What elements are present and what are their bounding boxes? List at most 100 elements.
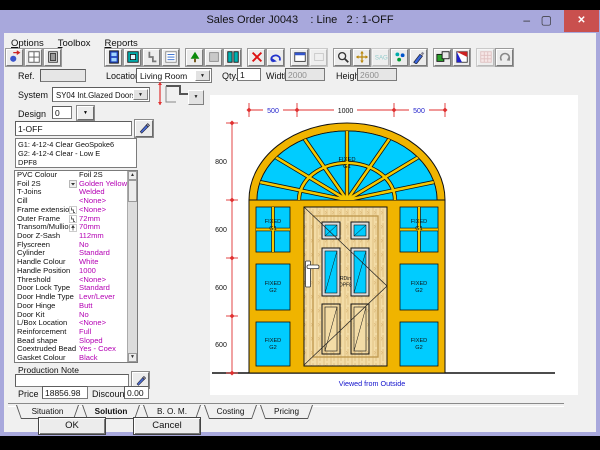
dim-width-center: 1000 — [338, 108, 354, 115]
grid-red-icon — [479, 50, 493, 64]
toolbar-button-list-icon[interactable] — [162, 49, 179, 66]
svg-text:FIXED: FIXED — [411, 219, 427, 225]
tab-label: Pricing — [261, 405, 312, 418]
toolbar-group — [289, 48, 327, 69]
toolbar-button-profile-icon[interactable] — [143, 49, 160, 66]
toolbar-group — [103, 48, 179, 69]
toolbar-button-frames-icon[interactable] — [434, 49, 451, 66]
rotate-icon — [498, 50, 512, 64]
description-line: DPF8 — [18, 158, 134, 167]
left-panel-mid-glass — [256, 264, 290, 310]
minimize-button[interactable]: – — [523, 13, 530, 27]
scroll-down-icon[interactable]: ▼ — [128, 353, 137, 362]
edit-style-button[interactable] — [135, 120, 153, 137]
style-field[interactable] — [15, 121, 132, 136]
system-label: System — [18, 90, 48, 100]
window-border-left — [0, 33, 4, 436]
system-value: SY04 Int.Glazed Doors — [56, 91, 136, 100]
profile-dropdown-icon[interactable]: ▼ — [188, 90, 204, 105]
toolbar-button-glazed-door-icon[interactable] — [105, 49, 122, 66]
ok-button[interactable]: OK — [38, 417, 106, 435]
toolbar-button-window-icon[interactable] — [291, 49, 308, 66]
brush-icon — [412, 50, 426, 64]
toolbar: SAG — [4, 48, 596, 68]
dim-height-row1: 600 — [215, 227, 227, 234]
screen: Sales Order J0043 : Line 2 : 1-OFF – ▢ ✕… — [0, 0, 600, 450]
double-door-icon — [226, 50, 240, 64]
scroll-up-icon[interactable]: ▲ — [128, 171, 137, 180]
glazing-description[interactable]: G1: 4-12-4 Clear GeoSpoke6 G2: 4-12-4 Cl… — [15, 138, 137, 168]
design-field[interactable] — [52, 106, 72, 119]
property-value: Black — [79, 354, 98, 363]
toolbar-button-paint-icon[interactable] — [453, 49, 470, 66]
menu-bar: OptionsToolboxReports — [4, 33, 596, 48]
price-field[interactable] — [42, 386, 88, 399]
cancel-button[interactable]: Cancel — [133, 417, 201, 435]
viewed-from-caption: Viewed from Outside — [339, 379, 406, 388]
dim-height-row2: 600 — [215, 285, 227, 292]
design-drawing-canvas[interactable]: 500 1000 500 800 600 600 600 — [210, 95, 578, 395]
svg-text:FIXED: FIXED — [411, 338, 427, 344]
toolbar-group — [246, 48, 284, 69]
toolbar-button-delete-icon[interactable] — [248, 49, 265, 66]
qty-label: Qty. — [222, 71, 238, 81]
toolbar-button-pan-icon[interactable] — [353, 49, 370, 66]
property-label: Gasket Colour — [17, 354, 66, 363]
toolbar-button-door-icon[interactable] — [44, 49, 61, 66]
qty-field[interactable] — [237, 68, 261, 81]
profile-icon — [145, 50, 159, 64]
scrollbar-thumb[interactable] — [128, 180, 137, 202]
location-label: Location — [106, 71, 140, 81]
toolbar-button-blank-icon[interactable] — [205, 49, 222, 66]
height-field — [357, 68, 397, 81]
property-row[interactable]: Gasket Colour Black — [15, 354, 127, 363]
property-row[interactable]: T-JoinsWelded — [15, 188, 127, 197]
frames-icon — [436, 50, 450, 64]
toolbar-button-transfer-icon[interactable] — [6, 49, 23, 66]
toolbar-button-undo-icon[interactable] — [267, 49, 284, 66]
profile-preview: ▼ — [157, 80, 203, 107]
arch-panel-id: G1 — [343, 164, 351, 170]
door-elevation-drawing: 500 1000 500 800 600 600 600 — [210, 95, 578, 395]
toolbar-group — [432, 48, 470, 69]
price-label: Price — [18, 389, 39, 399]
toolbar-button-double-door-icon[interactable] — [224, 49, 241, 66]
toolbar-button-frame-icon[interactable] — [124, 49, 141, 66]
toolbar-button-grid-icon[interactable] — [25, 49, 42, 66]
arch-panel-label: FIXED — [338, 157, 355, 163]
maximize-button[interactable]: ▢ — [541, 13, 552, 27]
left-dimension — [226, 123, 238, 373]
toolbar-button-brush-icon[interactable] — [410, 49, 427, 66]
tab-pricing[interactable]: Pricing — [260, 405, 313, 419]
right-panel-bottom-glass — [400, 322, 438, 366]
title-bar[interactable]: Sales Order J0043 : Line 2 : 1-OFF – ▢ ✕ — [0, 10, 600, 33]
toolbar-button-window-small-icon — [310, 49, 327, 66]
discount-field[interactable] — [124, 386, 149, 399]
window-border-right — [596, 33, 600, 436]
blank-icon — [207, 50, 221, 64]
toolbar-button-rotate-icon[interactable] — [496, 49, 513, 66]
paint-icon — [455, 50, 469, 64]
close-button[interactable]: ✕ — [564, 10, 599, 32]
sales-order-window: Sales Order J0043 : Line 2 : 1-OFF – ▢ ✕… — [0, 10, 600, 436]
chevron-down-icon[interactable]: ▼ — [133, 89, 148, 100]
tab-costing[interactable]: Costing — [204, 405, 257, 419]
dim-width-left: 500 — [267, 108, 279, 115]
frame-icon — [126, 50, 140, 64]
system-select[interactable]: SY04 Int.Glazed Doors ▼ — [52, 87, 150, 102]
svg-text:FIXED: FIXED — [411, 281, 427, 287]
toolbar-button-grid-red-icon — [477, 49, 494, 66]
window-small-icon — [312, 50, 326, 64]
pan-icon — [355, 50, 369, 64]
toolbar-button-zoom-icon[interactable] — [334, 49, 351, 66]
property-list-scrollbar[interactable]: ▲ ▼ — [127, 171, 137, 362]
design-dropdown-button[interactable]: ▼ — [77, 106, 94, 120]
left-panel-bottom-glass — [256, 322, 290, 366]
svg-text:G2: G2 — [269, 345, 276, 351]
svg-text:SAG: SAG — [374, 55, 387, 62]
options-property-list[interactable]: PVC ColourFoil 2SFoil 2SGolden YellowT-J… — [14, 170, 138, 363]
toolbar-button-tree-icon[interactable] — [186, 49, 203, 66]
dim-height-row3: 600 — [215, 342, 227, 349]
toolbar-button-dots-icon[interactable] — [391, 49, 408, 66]
right-panel-mid-glass — [400, 264, 438, 310]
